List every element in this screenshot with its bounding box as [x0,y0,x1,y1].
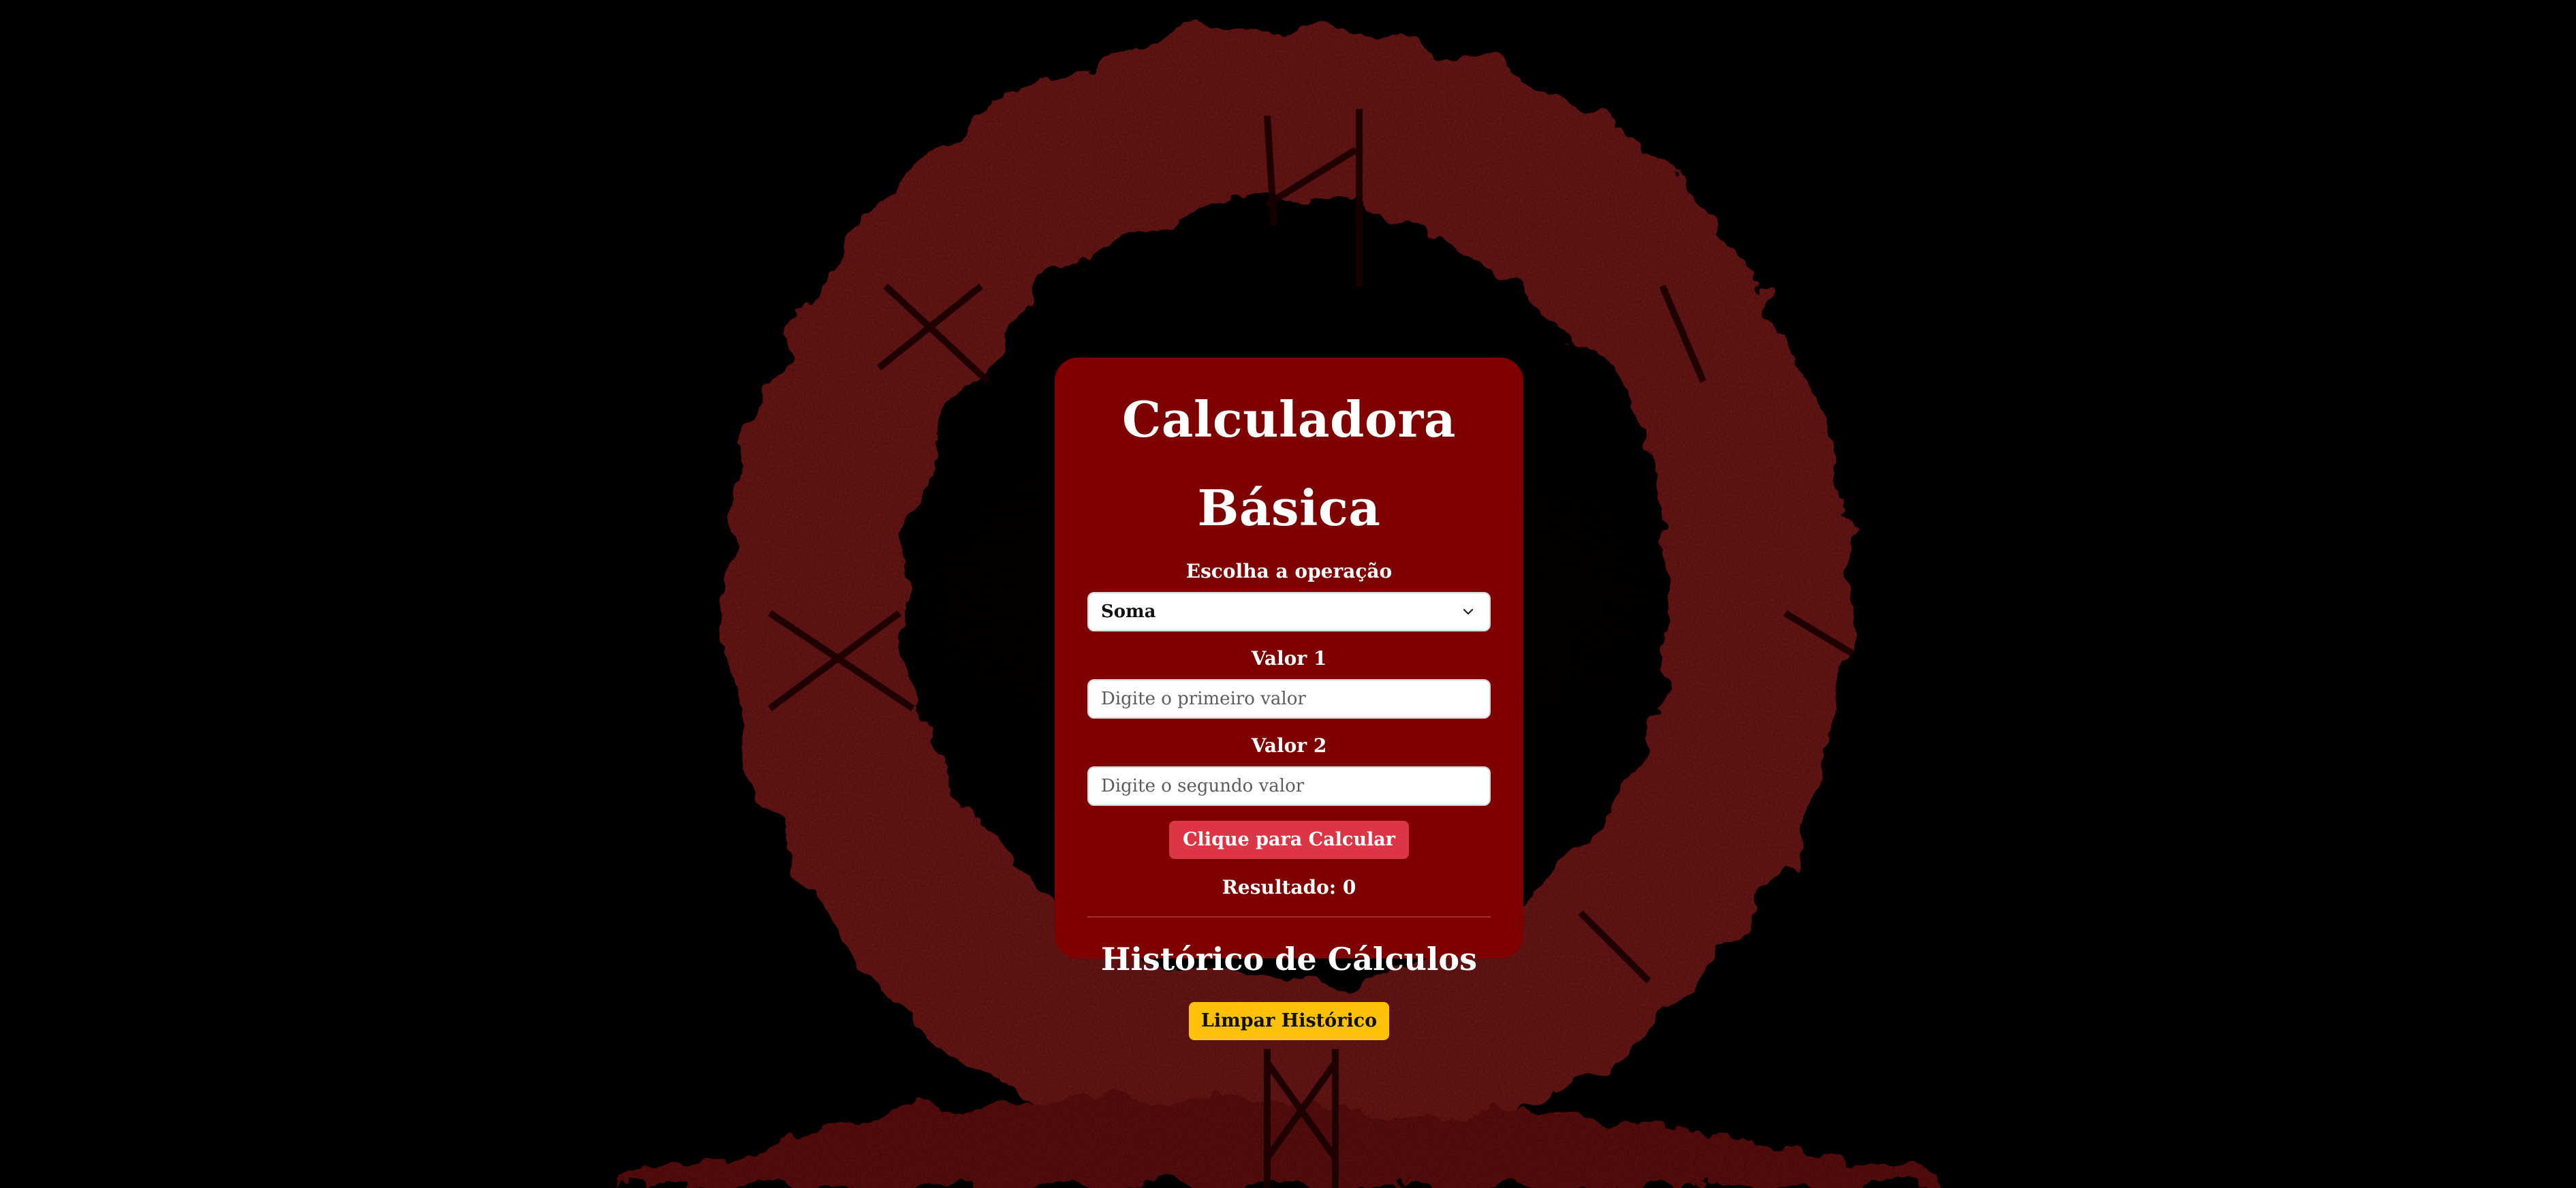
value1-placeholder: Digite o primeiro valor [1101,689,1306,709]
value2-placeholder: Digite o segundo valor [1101,776,1305,796]
page-background: Calculadora Básica Escolha a operação So… [0,0,2576,1188]
value2-label: Valor 2 [1251,734,1327,757]
operation-select[interactable]: Soma [1087,592,1491,631]
calculator-card: Calculadora Básica Escolha a operação So… [1055,358,1523,1040]
result-text: Resultado: 0 [1222,876,1356,898]
value1-input[interactable]: Digite o primeiro valor [1087,679,1491,719]
history-title: Histórico de Cálculos [1100,941,1478,978]
value1-label: Valor 1 [1251,647,1327,670]
divider [1087,916,1491,918]
calculate-button[interactable]: Clique para Calcular [1169,821,1409,859]
clear-history-button[interactable]: Limpar Histórico [1188,1002,1390,1040]
operation-select-value: Soma [1101,601,1156,622]
operation-label: Escolha a operação [1185,560,1393,582]
chevron-down-icon [1463,608,1474,615]
value2-input[interactable]: Digite o segundo valor [1087,766,1491,806]
page-title: Calculadora Básica [1122,390,1456,537]
